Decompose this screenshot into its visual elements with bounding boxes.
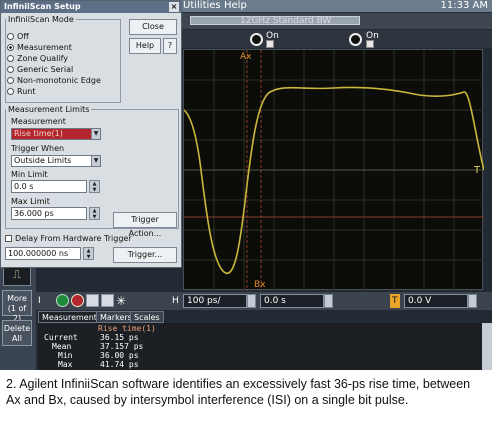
max-limit-label: Max Limit [11, 197, 50, 206]
min-limit-input[interactable]: 0.0 s [11, 180, 87, 193]
infiniiscan-setup-dialog: InfiniiScan Setup × Close Help ? Infinii… [0, 0, 182, 268]
row-max-label: Max [58, 360, 73, 369]
measurement-select[interactable]: Rise time(1) ▼ [11, 128, 101, 140]
trigger-level-field[interactable]: 0.0 V [404, 294, 468, 308]
row-max-value: 41.74 ps [100, 360, 139, 369]
trigger-level-spinner[interactable] [468, 294, 477, 308]
row-mean-label: Mean [52, 342, 72, 351]
default-setup-icon[interactable]: ✳ [116, 294, 126, 308]
radio-icon [7, 66, 14, 73]
delay-input[interactable]: 100.000000 ns [5, 247, 81, 260]
close-button[interactable]: Close [129, 19, 177, 35]
mode-zone-label: Zone Qualify [17, 54, 69, 63]
autoscale-icon[interactable] [101, 294, 114, 307]
measurement-header: Rise time(1) [98, 324, 156, 333]
dialog-title: InfiniiScan Setup [1, 1, 181, 13]
mode-nonmono-radio[interactable]: Non-monotonic Edge [7, 76, 101, 86]
delay-field[interactable]: 0.0 s [260, 294, 324, 308]
figure-caption: 2. Agilent InfiniiScan software identifi… [6, 377, 471, 407]
radio-icon [7, 55, 14, 62]
channel-3-knob-icon[interactable] [250, 33, 263, 46]
help-button[interactable]: Help [129, 38, 161, 54]
chevron-down-icon: ▼ [91, 129, 100, 139]
mode-runt-label: Runt [17, 87, 36, 96]
measurement-scrollbar[interactable] [482, 323, 492, 370]
measurement-panel: Rise time(1) Current 36.15 ps Mean 37.15… [38, 323, 482, 370]
trigger-when-select[interactable]: Outside Limits ▼ [11, 155, 101, 167]
more-softkey-button[interactable]: More (1 of 2) [2, 290, 32, 323]
marker-ax-label[interactable]: Ax [240, 52, 251, 62]
stop-icon[interactable] [71, 294, 84, 307]
radio-icon [7, 33, 14, 40]
status-strip [180, 13, 492, 29]
menu-utilities[interactable]: Utilities [183, 0, 221, 12]
marker-bx-label[interactable]: Bx [254, 280, 266, 290]
waveform-display[interactable] [183, 49, 484, 291]
close-icon[interactable]: × [169, 2, 179, 12]
radio-icon [7, 77, 14, 84]
horizontal-label: H [172, 296, 179, 306]
run-icon[interactable] [56, 294, 69, 307]
whats-this-icon[interactable]: ? [163, 38, 177, 54]
delete-all-button[interactable]: Delete All [2, 320, 32, 346]
measurement-label: Measurement [11, 117, 66, 126]
delete-label: Delete [3, 324, 31, 333]
mode-runt-radio[interactable]: Runt [7, 87, 35, 97]
row-min-label: Min [58, 351, 73, 360]
delay-label: Delay From Hardware Trigger [15, 234, 132, 243]
delay-spinner[interactable] [324, 294, 333, 308]
measurement-tabs: Measurements Markers Scales [38, 311, 492, 323]
bandwidth-status: 12GHz Standard BW [240, 16, 332, 26]
timebase-spinner[interactable] [247, 294, 256, 308]
single-icon[interactable] [86, 294, 99, 307]
max-limit-input[interactable]: 36.000 ps [11, 207, 87, 220]
trigger-label: T [390, 294, 400, 308]
row-current-value: 36.15 ps [100, 333, 139, 342]
limits-legend: Measurement Limits [8, 105, 90, 114]
mode-zone-radio[interactable]: Zone Qualify [7, 54, 68, 64]
mode-nonmono-label: Non-monotonic Edge [17, 76, 101, 85]
channel-3-on-checkbox[interactable] [266, 40, 274, 48]
mode-serial-radio[interactable]: Generic Serial [7, 65, 73, 75]
checkbox-icon [5, 235, 12, 242]
channel-4-knob-icon[interactable] [349, 33, 362, 46]
measurement-select-value: Rise time(1) [14, 129, 63, 138]
radio-icon [7, 88, 14, 95]
mode-off-label: Off [17, 32, 29, 41]
min-limit-spinner[interactable]: ▲ ▼ [89, 180, 100, 193]
delay-checkbox-row[interactable]: Delay From Hardware Trigger [5, 234, 132, 244]
mode-measurement-label: Measurement [17, 43, 72, 52]
max-limit-spinner[interactable]: ▲ ▼ [89, 207, 100, 220]
menu-help[interactable]: Help [224, 0, 247, 12]
control-bar: I ✳ H 100 ps/ 0.0 s T 0.0 V [36, 292, 492, 310]
row-mean-value: 37.157 ps [100, 342, 144, 351]
trigger-when-value: Outside Limits [14, 156, 72, 165]
channel-bar: On On [180, 30, 492, 48]
chevron-down-icon: ▼ [91, 156, 100, 166]
d-label: I [38, 296, 41, 306]
trigger-when-label: Trigger When [11, 144, 65, 153]
min-limit-label: Min Limit [11, 170, 48, 179]
timebase-field[interactable]: 100 ps/ [183, 294, 247, 308]
row-current-label: Current [44, 333, 78, 342]
delay-spinner[interactable]: ▲ ▼ [83, 247, 94, 260]
channel-4-on-checkbox[interactable] [366, 40, 374, 48]
mode-measurement-radio[interactable]: Measurement [7, 43, 72, 53]
radio-selected-icon [7, 44, 14, 51]
trigger-button[interactable]: Trigger... [113, 247, 177, 263]
row-min-value: 36.00 ps [100, 351, 139, 360]
trigger-level-marker[interactable]: T [474, 165, 480, 176]
more-label: More [7, 294, 27, 303]
mode-serial-label: Generic Serial [17, 65, 74, 74]
trigger-action-button[interactable]: Trigger Action... [113, 212, 177, 238]
graticule-svg [184, 50, 484, 291]
delete-all-label: All [12, 334, 22, 343]
mode-legend: InfiniiScan Mode [8, 15, 74, 24]
oscilloscope-window: Utilities Help 11:33 AM 12GHz Standard B… [0, 0, 492, 370]
mode-off-radio[interactable]: Off [7, 32, 29, 42]
tab-scales[interactable]: Scales [130, 311, 164, 323]
clock: 11:33 AM [440, 0, 488, 11]
